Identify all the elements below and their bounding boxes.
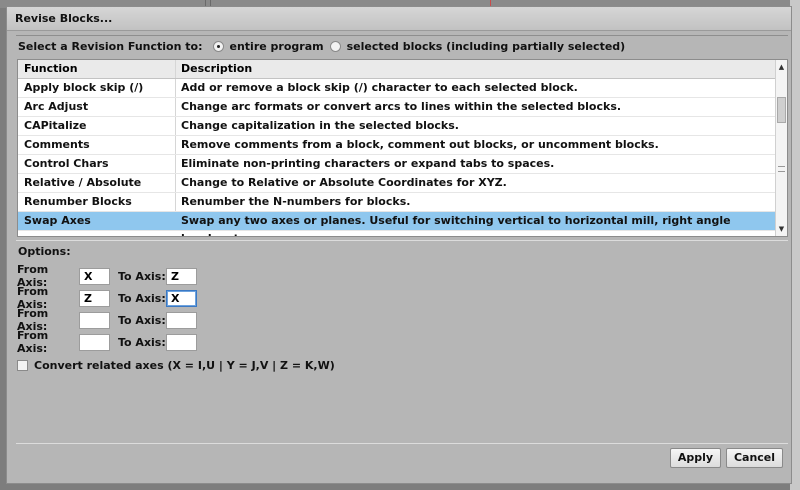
table-row[interactable]: Arc Adjust Change arc formats or convert… bbox=[18, 98, 775, 117]
row-description[interactable]: Remove comments from a block, comment ou… bbox=[176, 136, 775, 154]
row-function[interactable]: CAPitalize bbox=[18, 117, 176, 135]
radio-entire-program[interactable]: entire program bbox=[212, 40, 324, 53]
scrollbar-thumb[interactable] bbox=[777, 97, 786, 123]
to-axis-label: To Axis: bbox=[118, 335, 166, 349]
dialog-title: Revise Blocks... bbox=[15, 12, 113, 25]
row-function[interactable]: Comments bbox=[18, 136, 176, 154]
from-axis-input[interactable] bbox=[79, 333, 110, 351]
row-description[interactable]: Swap any two axes or planes. Useful for … bbox=[176, 212, 775, 236]
divider bbox=[16, 240, 788, 241]
to-axis-label: To Axis: bbox=[118, 313, 166, 327]
row-function[interactable]: Apply block skip (/) bbox=[18, 79, 176, 97]
row-function[interactable]: Swap Axes bbox=[18, 212, 176, 230]
scroll-down-icon[interactable]: ▼ bbox=[776, 223, 787, 235]
options-label: Options: bbox=[18, 245, 71, 258]
axis-row: From Axis: X To Axis: Z bbox=[17, 263, 197, 289]
divider bbox=[16, 443, 788, 444]
radio-unselected-icon[interactable] bbox=[329, 40, 341, 52]
divider bbox=[16, 35, 788, 36]
radio-selected-icon[interactable] bbox=[212, 40, 224, 52]
from-axis-input[interactable]: X bbox=[79, 267, 110, 285]
row-description[interactable]: Renumber the N-numbers for blocks. bbox=[176, 193, 775, 211]
axis-row: From Axis: To Axis: bbox=[17, 307, 197, 333]
radio-selected-blocks-label[interactable]: selected blocks (including partially sel… bbox=[347, 40, 626, 53]
from-axis-input[interactable]: Z bbox=[79, 289, 110, 307]
table-row[interactable]: Apply block skip (/) Add or remove a blo… bbox=[18, 79, 775, 98]
table-row-selected[interactable]: Swap Axes Swap any two axes or planes. U… bbox=[18, 212, 775, 236]
row-description[interactable]: Change capitalization in the selected bl… bbox=[176, 117, 775, 135]
to-axis-input[interactable] bbox=[166, 311, 197, 329]
row-description[interactable]: Change arc formats or convert arcs to li… bbox=[176, 98, 775, 116]
table-row[interactable]: Relative / Absolute Change to Relative o… bbox=[18, 174, 775, 193]
from-axis-input[interactable] bbox=[79, 311, 110, 329]
row-function[interactable]: Control Chars bbox=[18, 155, 176, 173]
convert-related-axes-label[interactable]: Convert related axes (X = I,U | Y = J,V … bbox=[34, 359, 335, 372]
to-axis-label: To Axis: bbox=[118, 291, 166, 305]
to-axis-input[interactable] bbox=[166, 333, 197, 351]
title-bar[interactable]: Revise Blocks... bbox=[7, 7, 791, 31]
revision-function-label: Select a Revision Function to: bbox=[18, 39, 203, 53]
row-function[interactable]: Relative / Absolute bbox=[18, 174, 176, 192]
row-description[interactable]: Change to Relative or Absolute Coordinat… bbox=[176, 174, 775, 192]
axis-row: From Axis: To Axis: bbox=[17, 329, 197, 355]
vertical-scrollbar[interactable]: ▲ ▼ bbox=[775, 60, 787, 236]
to-axis-input[interactable]: Z bbox=[166, 267, 197, 285]
column-header-description[interactable]: Description bbox=[176, 60, 775, 78]
column-header-function[interactable]: Function bbox=[18, 60, 176, 78]
row-function[interactable]: Arc Adjust bbox=[18, 98, 176, 116]
row-description[interactable]: Eliminate non-printing characters or exp… bbox=[176, 155, 775, 173]
table-header: Function Description bbox=[18, 60, 775, 79]
table-row[interactable]: Control Chars Eliminate non-printing cha… bbox=[18, 155, 775, 174]
convert-related-axes-row[interactable]: Convert related axes (X = I,U | Y = J,V … bbox=[17, 359, 335, 372]
revise-blocks-dialog: Revise Blocks... Select a Revision Funct… bbox=[6, 6, 792, 484]
scroll-up-icon[interactable]: ▲ bbox=[776, 61, 787, 73]
cancel-button[interactable]: Cancel bbox=[726, 448, 783, 468]
to-axis-label: To Axis: bbox=[118, 269, 166, 283]
axis-row: From Axis: Z To Axis: X bbox=[17, 285, 197, 311]
table-row[interactable]: Comments Remove comments from a block, c… bbox=[18, 136, 775, 155]
table-row[interactable]: Renumber Blocks Renumber the N-numbers f… bbox=[18, 193, 775, 212]
to-axis-input[interactable]: X bbox=[166, 289, 197, 307]
row-description[interactable]: Add or remove a block skip (/) character… bbox=[176, 79, 775, 97]
function-table: Function Description Apply block skip (/… bbox=[17, 59, 788, 237]
apply-button[interactable]: Apply bbox=[670, 448, 721, 468]
revision-function-row: Select a Revision Function to: entire pr… bbox=[18, 38, 631, 54]
radio-selected-blocks[interactable]: selected blocks (including partially sel… bbox=[329, 40, 626, 53]
table-row[interactable]: CAPitalize Change capitalization in the … bbox=[18, 117, 775, 136]
radio-entire-program-label[interactable]: entire program bbox=[230, 40, 324, 53]
scrollbar-grip-icon bbox=[778, 166, 785, 172]
checkbox-icon[interactable] bbox=[17, 360, 28, 371]
row-function[interactable]: Renumber Blocks bbox=[18, 193, 176, 211]
table-body: Apply block skip (/) Add or remove a blo… bbox=[18, 79, 775, 236]
from-axis-label: From Axis: bbox=[17, 329, 49, 355]
